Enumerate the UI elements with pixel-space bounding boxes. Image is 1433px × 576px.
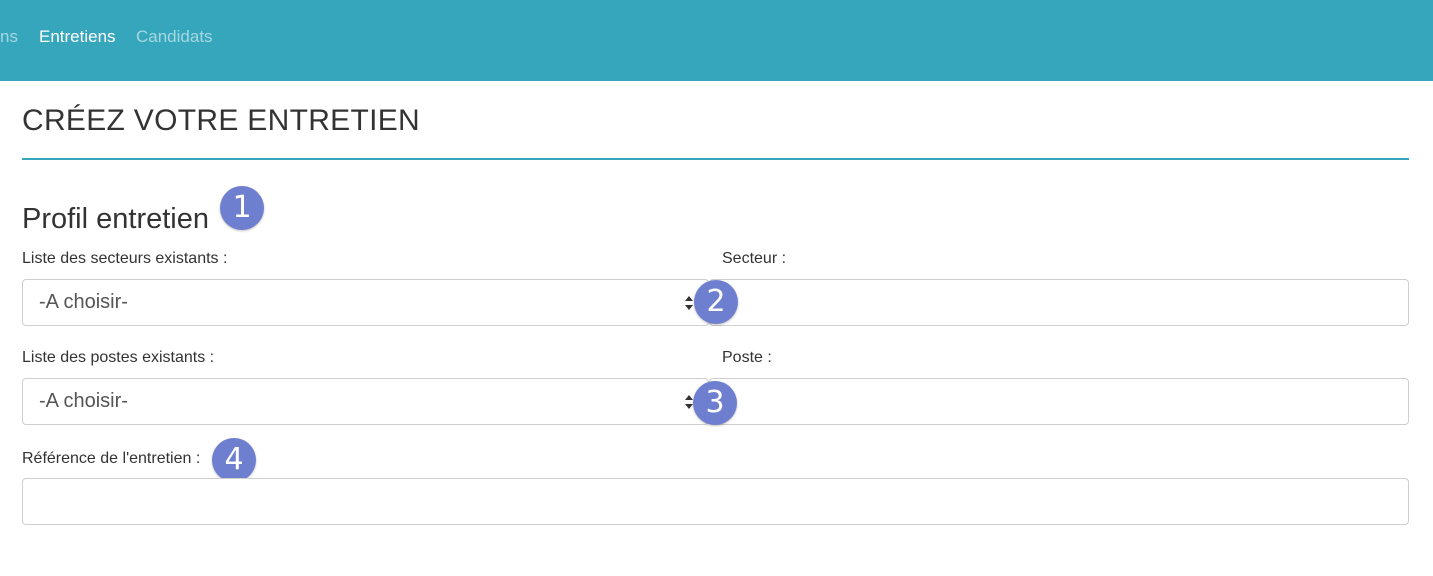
section-title: Profil entretien bbox=[22, 203, 209, 235]
title-divider bbox=[22, 158, 1409, 160]
nav-item-candidats[interactable]: Candidats bbox=[136, 26, 213, 48]
postes-select[interactable]: -A choisir- bbox=[22, 378, 709, 425]
select-arrows-icon bbox=[685, 296, 693, 310]
secteur-label: Secteur : bbox=[722, 250, 787, 267]
secteur-input[interactable] bbox=[709, 279, 1409, 326]
page-title: CRÉEZ VOTRE ENTRETIEN bbox=[22, 104, 420, 137]
poste-input[interactable] bbox=[709, 378, 1409, 425]
postes-select-value: -A choisir- bbox=[39, 390, 128, 412]
postes-list-label: Liste des postes existants : bbox=[22, 349, 215, 366]
reference-label: Référence de l'entretien : bbox=[22, 450, 201, 467]
top-navbar: ns Entretiens Candidats bbox=[0, 0, 1433, 81]
annotation-badge-2: 2 bbox=[694, 280, 738, 324]
secteurs-list-label: Liste des secteurs existants : bbox=[22, 250, 228, 267]
secteurs-select-value: -A choisir- bbox=[39, 291, 128, 313]
annotation-badge-4: 4 bbox=[212, 438, 256, 482]
poste-label: Poste : bbox=[722, 349, 772, 366]
reference-input[interactable] bbox=[22, 478, 1409, 525]
annotation-badge-1: 1 bbox=[220, 186, 264, 230]
annotation-badge-3: 3 bbox=[693, 381, 737, 425]
nav-item-entretiens[interactable]: Entretiens bbox=[39, 26, 116, 48]
secteurs-select[interactable]: -A choisir- bbox=[22, 279, 709, 326]
nav-item-truncated[interactable]: ns bbox=[0, 26, 18, 48]
